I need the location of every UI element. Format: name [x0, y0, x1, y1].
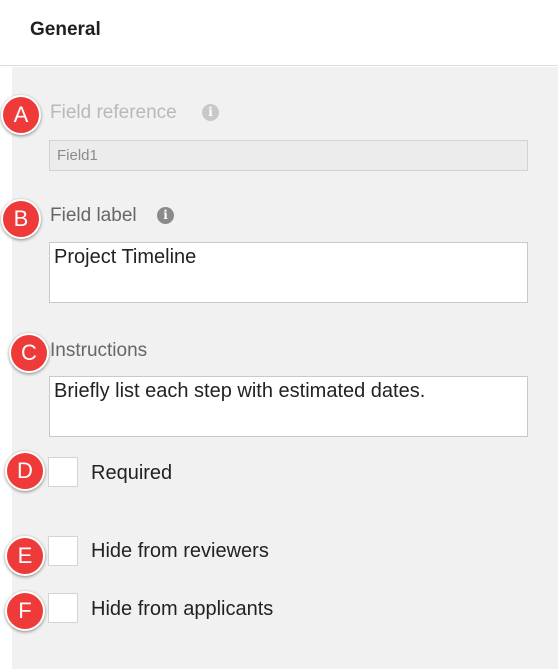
field-reference-label: Field reference [50, 102, 177, 123]
callout-badge-c: C [9, 333, 49, 373]
callout-badge-f: F [5, 591, 45, 631]
field-label-label: Field label [50, 205, 137, 226]
callout-badge-e: E [5, 536, 45, 576]
hide-from-applicants-label: Hide from applicants [91, 598, 274, 620]
info-icon[interactable]: i [157, 207, 174, 224]
callout-badge-a: A [1, 95, 41, 135]
callout-badge-b: B [1, 199, 41, 239]
hide-from-reviewers-checkbox[interactable] [48, 536, 78, 566]
panel-header: General [0, 0, 558, 66]
hide-from-reviewers-label: Hide from reviewers [91, 540, 269, 562]
section-title: General [30, 19, 101, 40]
instructions-input[interactable]: Briefly list each step with estimated da… [49, 376, 528, 437]
required-label: Required [91, 462, 173, 484]
field-label-input[interactable]: Project Timeline [49, 242, 528, 303]
instructions-label: Instructions [50, 340, 148, 361]
callout-badge-d: D [5, 451, 45, 491]
field-reference-input[interactable]: Field1 [49, 140, 528, 171]
required-checkbox[interactable] [48, 457, 78, 487]
hide-from-applicants-checkbox[interactable] [48, 593, 78, 623]
info-icon[interactable]: i [202, 104, 219, 121]
